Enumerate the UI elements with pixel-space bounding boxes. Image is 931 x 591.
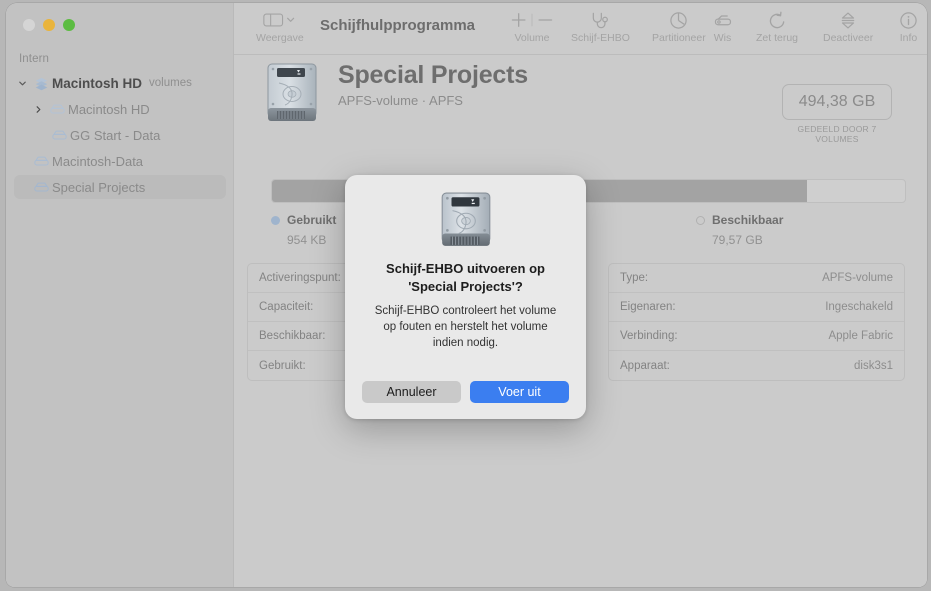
dialog-title: Schijf-EHBO uitvoeren op 'Special Projec… bbox=[386, 261, 545, 294]
hard-disk-icon bbox=[436, 191, 496, 249]
first-aid-confirm-dialog: Schijf-EHBO uitvoeren op 'Special Projec… bbox=[345, 175, 586, 419]
cancel-button[interactable]: Annuleer bbox=[362, 381, 461, 403]
dialog-actions: Annuleer Voer uit bbox=[345, 381, 586, 403]
dialog-message: Schijf-EHBO controleert het volume op fo… bbox=[374, 305, 557, 349]
disk-utility-window: Intern Macintosh HD volumes Macintosh HD… bbox=[6, 3, 927, 587]
run-button[interactable]: Voer uit bbox=[470, 381, 569, 403]
screen: Intern Macintosh HD volumes Macintosh HD… bbox=[0, 0, 931, 591]
